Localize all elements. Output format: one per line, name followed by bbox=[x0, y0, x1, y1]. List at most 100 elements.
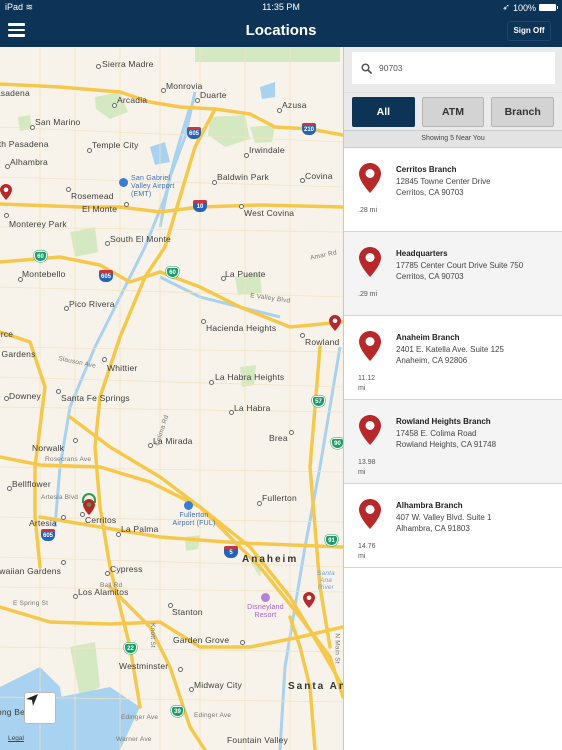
battery-percent: 100% bbox=[512, 2, 536, 13]
city-label: Bellflower bbox=[12, 479, 51, 489]
location-row[interactable]: Alhambra Branch 407 W. Valley Blvd. Suit… bbox=[344, 484, 562, 568]
location-row[interactable]: Headquarters 17785 Center Court Drive Su… bbox=[344, 232, 562, 316]
address-line-1: 2401 E. Katella Ave. Suite 125 bbox=[396, 345, 504, 354]
state-route-shield: 39 bbox=[171, 706, 184, 717]
city-dot bbox=[244, 153, 249, 158]
road-label: Warner Ave bbox=[116, 736, 152, 743]
city-dot bbox=[195, 98, 200, 103]
map-pin-icon bbox=[359, 331, 381, 361]
location-name: Cerritos Branch bbox=[396, 165, 457, 174]
location-name: Rowland Heights Branch bbox=[396, 417, 491, 426]
map-pin-anaheim[interactable] bbox=[303, 592, 315, 608]
interstate-shield: 5 bbox=[224, 546, 238, 558]
city-label: Pico Rivera bbox=[69, 299, 115, 309]
location-name: Headquarters bbox=[396, 249, 448, 258]
map-pin-icon bbox=[359, 163, 381, 193]
poi-label: Santa Ana River bbox=[317, 570, 335, 591]
search-value: 90703 bbox=[379, 63, 403, 73]
city-dot bbox=[73, 594, 78, 599]
city-label: Duarte bbox=[200, 90, 227, 100]
legal-link[interactable]: Legal bbox=[8, 735, 24, 742]
city-dot bbox=[257, 501, 262, 506]
city-dot bbox=[148, 443, 153, 448]
city-label: Azusa bbox=[282, 100, 307, 110]
city-dot bbox=[56, 389, 61, 394]
map-pin-alhambra[interactable] bbox=[0, 184, 12, 200]
map-pin-icon bbox=[359, 415, 381, 445]
city-dot bbox=[178, 667, 183, 672]
city-label: Cypress bbox=[110, 564, 143, 574]
city-label: Commerce bbox=[0, 329, 14, 339]
city-dot bbox=[4, 396, 9, 401]
city-dot bbox=[221, 276, 226, 281]
city-label: Montebello bbox=[22, 269, 66, 279]
location-row[interactable]: Rowland Heights Branch 17458 E. Colima R… bbox=[344, 400, 562, 484]
search-icon bbox=[361, 62, 372, 74]
road-label: Knott St bbox=[148, 623, 156, 648]
city-label: Santa Ana bbox=[288, 681, 343, 692]
city-dot bbox=[66, 187, 71, 192]
city-label: Baldwin Park bbox=[217, 172, 270, 182]
location-row[interactable]: Cerritos Branch 12845 Towne Center Drive… bbox=[344, 148, 562, 232]
location-address: 12845 Towne Center Drive Cerritos, CA 907… bbox=[396, 176, 491, 198]
city-label: Monrovia bbox=[166, 81, 203, 91]
city-label: Arcadia bbox=[117, 95, 148, 105]
location-row[interactable]: Anaheim Branch 2401 E. Katella Ave. Suit… bbox=[344, 316, 562, 400]
address-line-1: 17458 E. Colima Road bbox=[396, 429, 477, 438]
city-label: West Covina bbox=[244, 208, 295, 218]
sign-off-button[interactable]: Sign Off bbox=[507, 21, 551, 41]
poi-label: San Gabriel Valley Airport (EMT) bbox=[131, 175, 175, 198]
city-dot bbox=[102, 357, 107, 362]
map-view[interactable]: Sierra Madre Pasadena Monrovia Arcadia D… bbox=[0, 47, 343, 750]
theme-park-icon bbox=[261, 593, 270, 602]
location-distance: .28 mi bbox=[358, 207, 378, 214]
city-dot bbox=[116, 532, 121, 537]
road-label: N Main St bbox=[333, 633, 341, 664]
city-dot bbox=[87, 148, 92, 153]
location-arrow-icon bbox=[26, 694, 38, 706]
city-dot bbox=[5, 164, 10, 169]
interstate-shield: 210 bbox=[302, 123, 316, 135]
status-right: ➶ 100% bbox=[502, 2, 558, 13]
city-dot bbox=[277, 108, 282, 113]
interstate-shield: 605 bbox=[41, 529, 55, 541]
search-input[interactable]: 90703 bbox=[352, 52, 555, 84]
city-dot bbox=[96, 64, 101, 69]
city-dot bbox=[7, 486, 12, 491]
state-route-shield: 57 bbox=[312, 396, 325, 407]
city-label: Monterey Park bbox=[9, 219, 67, 229]
city-dot bbox=[112, 103, 117, 108]
locations-panel: 90703 All ATM Branch Showing 5 Near You … bbox=[343, 47, 562, 750]
location-address: 17458 E. Colima Road Rowland Heights, CA … bbox=[396, 428, 496, 450]
state-route-shield: 91 bbox=[325, 535, 338, 546]
map-pin-rowland-heights[interactable] bbox=[329, 315, 341, 331]
address-line-2: Cerritos, CA 90703 bbox=[396, 188, 464, 197]
poi-label: Disneyland Resort bbox=[247, 604, 284, 619]
city-label: Fullerton bbox=[262, 493, 297, 503]
filter-branch-button[interactable]: Branch bbox=[491, 97, 554, 127]
city-label: Hacienda Heights bbox=[206, 323, 277, 333]
location-distance: .29 mi bbox=[358, 291, 378, 298]
city-label: La Palma bbox=[121, 524, 159, 534]
filter-all-button[interactable]: All bbox=[352, 97, 415, 127]
road-label: E Spring St bbox=[13, 600, 49, 607]
city-dot bbox=[161, 88, 166, 93]
location-list: Cerritos Branch 12845 Towne Center Drive… bbox=[344, 148, 562, 568]
city-label: South Pasadena bbox=[0, 139, 49, 149]
city-label: Temple City bbox=[92, 140, 139, 150]
city-dot bbox=[73, 438, 78, 443]
current-location-button[interactable] bbox=[24, 692, 56, 724]
city-label: La Puente bbox=[225, 269, 266, 279]
city-dot bbox=[64, 306, 69, 311]
interstate-shield: 605 bbox=[99, 270, 113, 282]
city-label: Sierra Madre bbox=[102, 59, 154, 69]
map-pin-cerritos[interactable] bbox=[83, 499, 95, 515]
filter-atm-button[interactable]: ATM bbox=[421, 97, 485, 127]
address-line-1: 17785 Center Court Drive Suite 750 bbox=[396, 261, 524, 270]
city-label: Fountain Valley bbox=[227, 735, 288, 745]
address-line-1: 407 W. Valley Blvd. Suite 1 bbox=[396, 513, 492, 522]
city-dot bbox=[105, 571, 110, 576]
road-label: Artesia Blvd bbox=[41, 494, 79, 501]
location-arrow-icon: ➶ bbox=[502, 2, 510, 12]
location-address: 17785 Center Court Drive Suite 750 Cerrit… bbox=[396, 260, 523, 282]
